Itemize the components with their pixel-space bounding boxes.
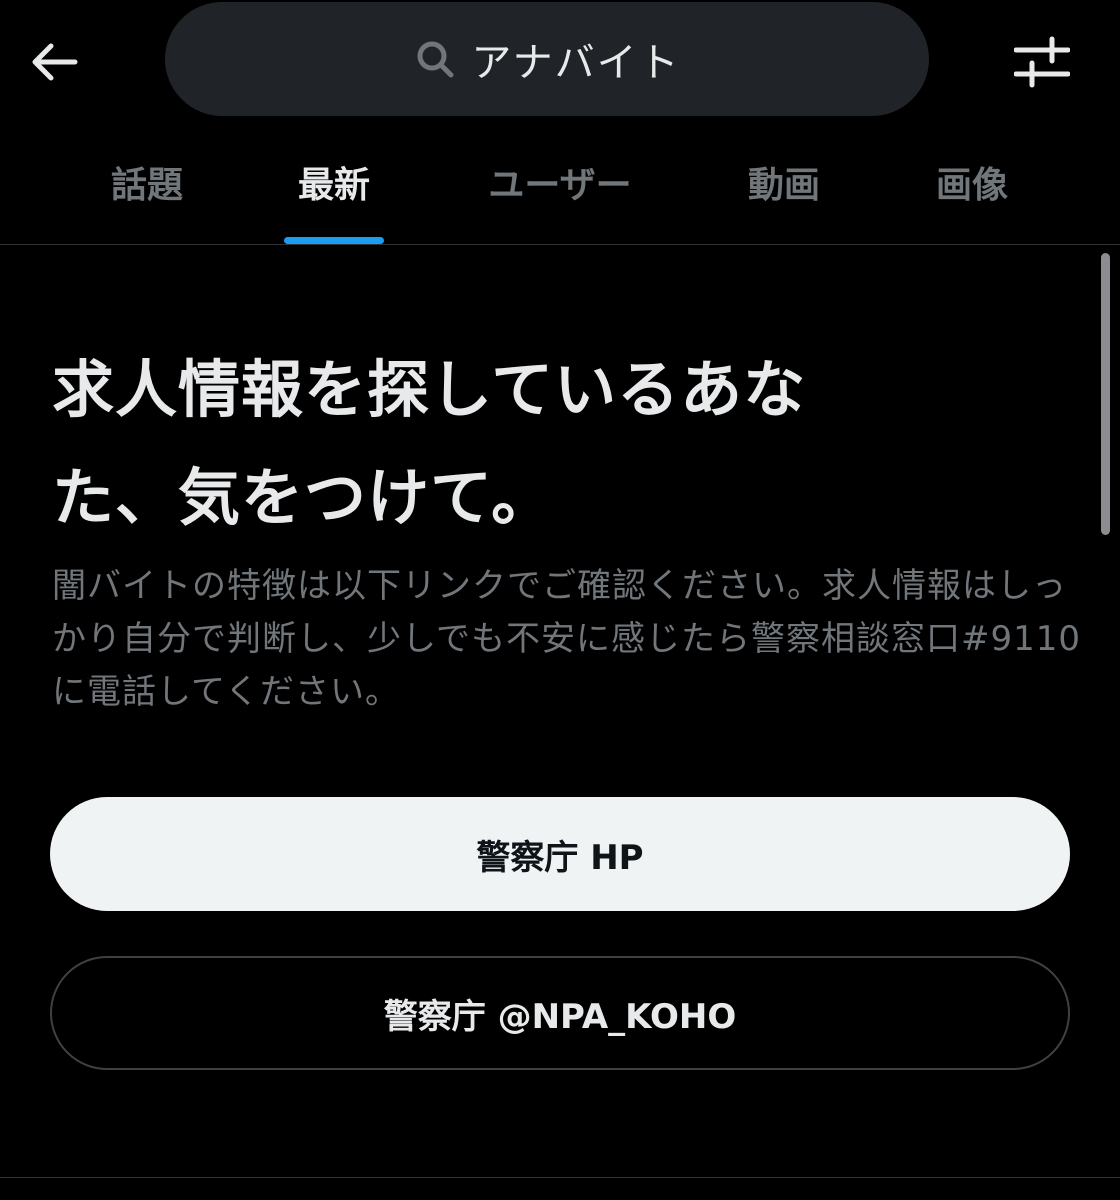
headline-line-1: 求人情報を探しているあな	[52, 353, 807, 426]
tab-latest[interactable]: 最新	[276, 120, 392, 244]
sliders-icon	[1014, 36, 1070, 88]
npa-homepage-button[interactable]: 警察庁 HP	[50, 797, 1070, 911]
scrollbar[interactable]	[1101, 253, 1110, 535]
search-query: アナバイト	[471, 40, 681, 86]
filter-button[interactable]	[1004, 30, 1080, 94]
tab-top[interactable]: 話題	[90, 120, 204, 244]
search-icon	[413, 37, 457, 81]
headline-line-2: た、気をつけて。	[52, 461, 555, 534]
divider	[0, 1177, 1120, 1178]
tab-images[interactable]: 画像	[914, 120, 1030, 244]
tab-videos[interactable]: 動画	[726, 120, 842, 244]
tab-users[interactable]: ユーザー	[470, 120, 650, 244]
search-tabs: 話題 最新 ユーザー 動画 画像	[0, 120, 1120, 245]
top-bar: アナバイト	[0, 0, 1120, 120]
active-tab-indicator	[284, 237, 384, 244]
notice-description: 闇バイトの特徴は以下リンクでご確認ください。求人情報はしっかり自分で判断し、少し…	[52, 566, 1081, 712]
arrow-left-icon	[32, 43, 78, 81]
npa-account-button[interactable]: 警察庁 @NPA_KOHO	[50, 956, 1070, 1070]
back-button[interactable]	[22, 32, 86, 92]
search-field[interactable]: アナバイト	[165, 2, 929, 116]
notice-headline: 求人情報を探しているあな た、気をつけて。	[52, 336, 1052, 552]
